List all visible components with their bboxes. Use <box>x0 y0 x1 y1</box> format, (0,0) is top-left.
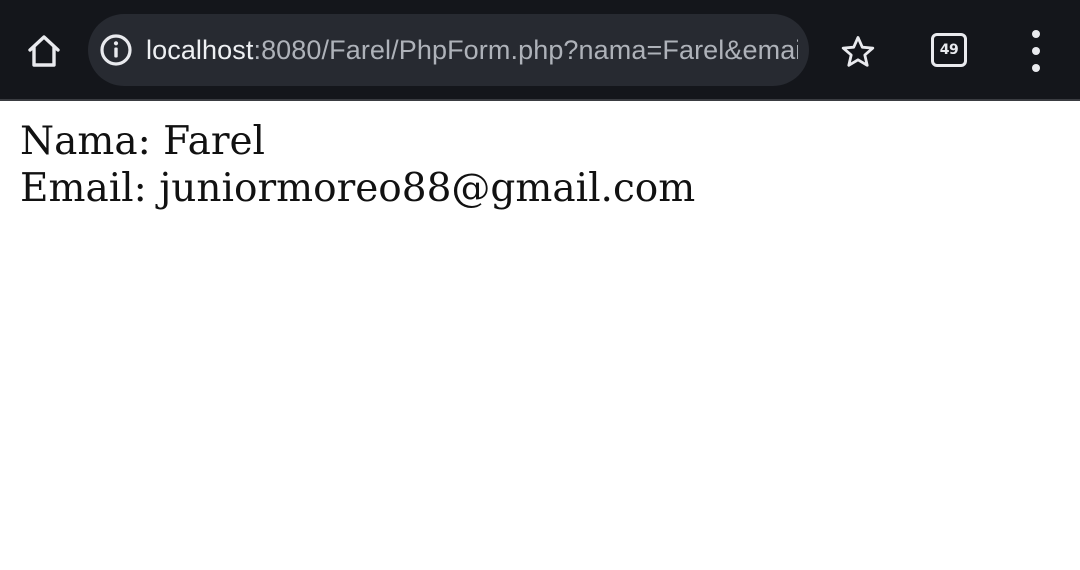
nama-value: Farel <box>163 119 266 164</box>
url-path: :8080/Farel/PhpForm.php?nama=Farel&email… <box>253 35 798 65</box>
nama-line: Nama: Farel <box>20 118 695 165</box>
page-content: Nama: Farel Email: juniormoreo88@gmail.c… <box>20 118 695 212</box>
address-bar[interactable]: localhost:8080/Farel/PhpForm.php?nama=Fa… <box>88 14 809 86</box>
more-vert-icon <box>1032 30 1040 38</box>
more-vert-icon-dot <box>1032 64 1040 72</box>
more-menu-button[interactable] <box>1020 30 1052 72</box>
home-icon <box>28 35 60 67</box>
site-info-button[interactable] <box>99 33 133 67</box>
email-line: Email: juniormoreo88@gmail.com <box>20 165 695 212</box>
browser-toolbar: localhost:8080/Farel/PhpForm.php?nama=Fa… <box>0 0 1080 101</box>
tab-switcher-icon: 49 <box>931 33 967 67</box>
tab-switcher-button[interactable]: 49 <box>930 31 968 69</box>
info-icon <box>100 34 132 66</box>
url-text[interactable]: localhost:8080/Farel/PhpForm.php?nama=Fa… <box>146 14 798 86</box>
bookmark-button[interactable] <box>838 32 878 72</box>
more-vert-icon-dot <box>1032 47 1040 55</box>
star-icon <box>841 36 875 67</box>
email-label: Email: <box>20 166 147 211</box>
tab-count: 49 <box>939 42 959 58</box>
url-host: localhost <box>146 35 254 65</box>
home-button[interactable] <box>19 26 69 76</box>
email-value: juniormoreo88@gmail.com <box>159 166 696 211</box>
nama-label: Nama: <box>20 119 151 164</box>
